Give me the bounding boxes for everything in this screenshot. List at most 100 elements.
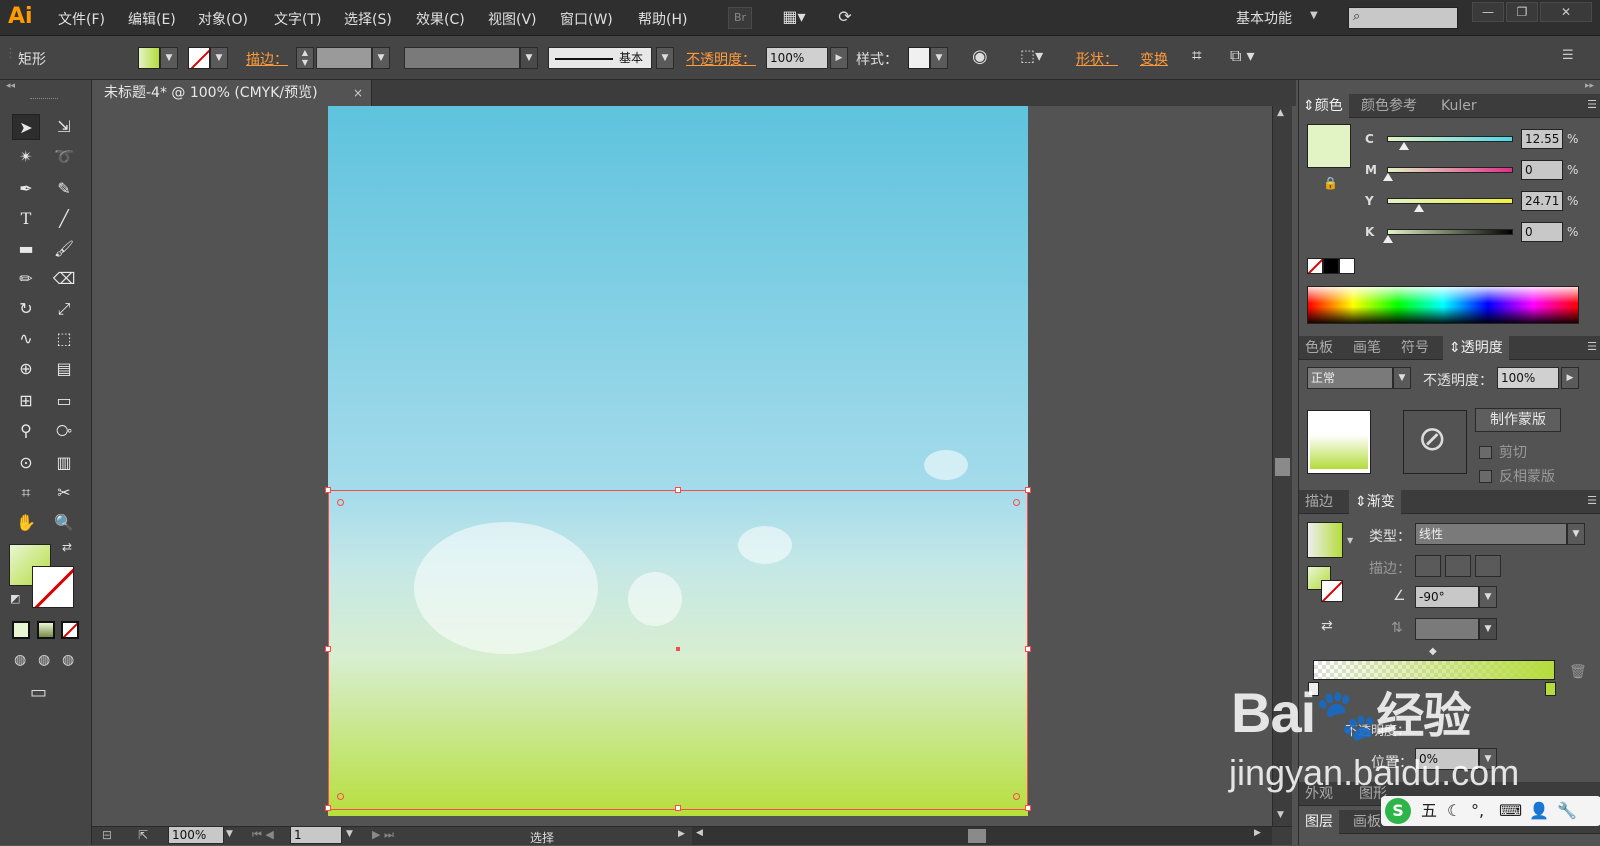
corner-widget-br[interactable]	[1013, 793, 1020, 800]
menu-file[interactable]: 文件(F)	[58, 9, 105, 29]
corner-widget-tl[interactable]	[337, 499, 344, 506]
minimize-button[interactable]: —	[1472, 2, 1504, 22]
color-fill-preview[interactable]	[1307, 124, 1351, 168]
stroke-weight-field[interactable]	[316, 47, 372, 69]
direct-selection-tool-icon[interactable]: ⇲	[50, 114, 78, 140]
menu-window[interactable]: 窗口(W)	[560, 9, 613, 29]
close-tab-icon[interactable]: ×	[353, 80, 363, 106]
stroke-weight-dropdown-icon[interactable]: ▼	[372, 47, 390, 69]
style-swatch[interactable]	[908, 47, 930, 69]
draw-inside-icon[interactable]: ◍	[62, 652, 74, 668]
channel-value-cyan[interactable]: 12.55	[1521, 129, 1563, 149]
draw-normal-icon[interactable]: ◍	[14, 652, 26, 668]
none-swatch[interactable]	[1307, 258, 1323, 274]
menu-edit[interactable]: 编辑(E)	[128, 9, 176, 29]
collapse-icon[interactable]: ◂◂	[6, 81, 15, 91]
maximize-button[interactable]: ❐	[1506, 2, 1538, 22]
artboard-number-field[interactable]: 1	[290, 826, 342, 844]
opacity-field[interactable]: 100%	[766, 47, 828, 69]
black-swatch[interactable]	[1323, 258, 1339, 274]
isolate-icon[interactable]: ⌗	[1192, 46, 1202, 66]
warp-tool-icon[interactable]: ∿	[12, 326, 40, 352]
search-input[interactable]: ⌕	[1348, 7, 1458, 29]
reverse-gradient-icon[interactable]: ⇄	[1321, 618, 1333, 634]
mesh-tool-icon[interactable]: ⊞	[12, 388, 40, 414]
graph-tool-icon[interactable]: ▥	[50, 450, 78, 476]
aspect-dropdown-icon[interactable]: ▼	[1479, 618, 1497, 640]
fill-dropdown-icon[interactable]: ▼	[160, 47, 178, 69]
artboard-dropdown-icon[interactable]: ▼	[346, 829, 353, 839]
color-spectrum[interactable]	[1307, 286, 1579, 324]
pencil-tool-icon[interactable]: ✏	[12, 266, 40, 292]
magic-wand-tool-icon[interactable]: ✴	[12, 144, 40, 170]
lasso-tool-icon[interactable]: ➰	[50, 144, 78, 170]
menu-object[interactable]: 对象(O)	[198, 9, 248, 29]
aspect-ratio-field[interactable]	[1415, 618, 1479, 640]
corner-widget-bl[interactable]	[337, 793, 344, 800]
scroll-thumb[interactable]	[1275, 458, 1290, 476]
perspective-grid-icon[interactable]: ▤	[50, 356, 78, 382]
blend-mode-select[interactable]: 正常	[1307, 367, 1393, 389]
transparency-panel-menu-icon[interactable]: ☰	[1587, 340, 1597, 353]
handle-bottom-center[interactable]	[675, 805, 681, 811]
stroke-within-icon[interactable]	[1415, 555, 1441, 577]
midpoint-diamond-icon[interactable]: ◆	[1429, 646, 1437, 657]
brush-definition[interactable]: 基本	[548, 47, 652, 69]
stroke-color-box[interactable]	[32, 566, 74, 608]
close-button[interactable]: ✕	[1540, 2, 1592, 22]
first-artboard-icon[interactable]: ⏮ ◀	[252, 828, 274, 842]
cc-icon[interactable]: ⊟	[102, 828, 112, 842]
opacity-link[interactable]: 不透明度：	[686, 49, 756, 69]
share-icon[interactable]: ⇱	[138, 828, 148, 842]
handle-bottom-right[interactable]	[1025, 805, 1031, 811]
transparency-opacity-field[interactable]: 100%	[1497, 367, 1559, 389]
recolor-icon[interactable]: ◉	[972, 46, 988, 67]
selection-tool-icon[interactable]: ➤	[12, 114, 40, 140]
document-tab[interactable]: 未标题-4* @ 100% (CMYK/预览) ×	[92, 80, 372, 106]
handle-middle-left[interactable]	[325, 646, 331, 652]
zoom-field[interactable]: 100%	[168, 826, 224, 844]
eraser-tool-icon[interactable]: ⌫	[50, 266, 78, 292]
workspace-dropdown-icon[interactable]: ▼	[1310, 10, 1318, 21]
tab-stroke[interactable]: 描边	[1299, 490, 1339, 514]
scale-tool-icon[interactable]: ⤢	[50, 296, 78, 322]
handle-bottom-left[interactable]	[325, 805, 331, 811]
horizontal-scrollbar[interactable]: ◀ ▶	[692, 827, 1272, 845]
line-tool-icon[interactable]: ╱	[50, 206, 78, 232]
swap-colors-icon[interactable]: ⇄	[62, 540, 72, 554]
default-colors-icon[interactable]: ◩	[10, 592, 20, 605]
handle-top-center[interactable]	[675, 487, 681, 493]
next-artboard-icon[interactable]: ▶ ⏭	[372, 828, 394, 842]
slice-tool-icon[interactable]: ✂	[50, 480, 78, 506]
draw-behind-icon[interactable]: ◍	[38, 652, 50, 668]
blend-mode-dropdown-icon[interactable]: ▼	[1393, 367, 1411, 389]
channel-slider-thumb-magenta[interactable]	[1383, 173, 1393, 181]
tab-layers[interactable]: 图层	[1299, 810, 1339, 834]
eyedropper-tool-icon[interactable]: ⚲	[12, 418, 40, 444]
pen-tool-icon[interactable]: ✒	[12, 176, 40, 202]
channel-slider-thumb-yellow[interactable]	[1414, 204, 1425, 212]
invert-mask-checkbox[interactable]	[1479, 470, 1492, 483]
status-menu-icon[interactable]: ▶	[678, 829, 685, 839]
zoom-tool-icon[interactable]: 🔍	[50, 510, 78, 536]
brush-dropdown-icon[interactable]: ▼	[656, 47, 674, 69]
channel-slider-magenta[interactable]	[1387, 167, 1513, 173]
free-transform-icon[interactable]: ⬚	[50, 326, 78, 352]
white-swatch[interactable]	[1339, 258, 1355, 274]
transparency-opacity-flyout-icon[interactable]: ▶	[1561, 367, 1579, 389]
color-mode-icon[interactable]	[12, 621, 30, 639]
make-mask-button[interactable]: 制作蒙版	[1475, 408, 1561, 432]
channel-slider-thumb-black[interactable]	[1383, 235, 1393, 243]
delete-stop-icon[interactable]: 🗑	[1569, 664, 1587, 680]
stroke-link[interactable]: 描边：	[246, 49, 288, 69]
tab-color-guide[interactable]: 颜色参考	[1355, 94, 1423, 118]
tab-kuler[interactable]: Kuler	[1435, 94, 1483, 118]
curvature-pen-icon[interactable]: ✎	[50, 176, 78, 202]
corner-widget-tr[interactable]	[1013, 499, 1020, 506]
menu-select[interactable]: 选择(S)	[344, 9, 392, 29]
align-icon[interactable]: ⬚▾	[1020, 46, 1043, 65]
gradient-type-dropdown-icon[interactable]: ▼	[1567, 523, 1585, 545]
variable-width-profile[interactable]	[404, 47, 520, 69]
canvas[interactable]	[92, 106, 1272, 826]
rotate-tool-icon[interactable]: ↻	[12, 296, 40, 322]
